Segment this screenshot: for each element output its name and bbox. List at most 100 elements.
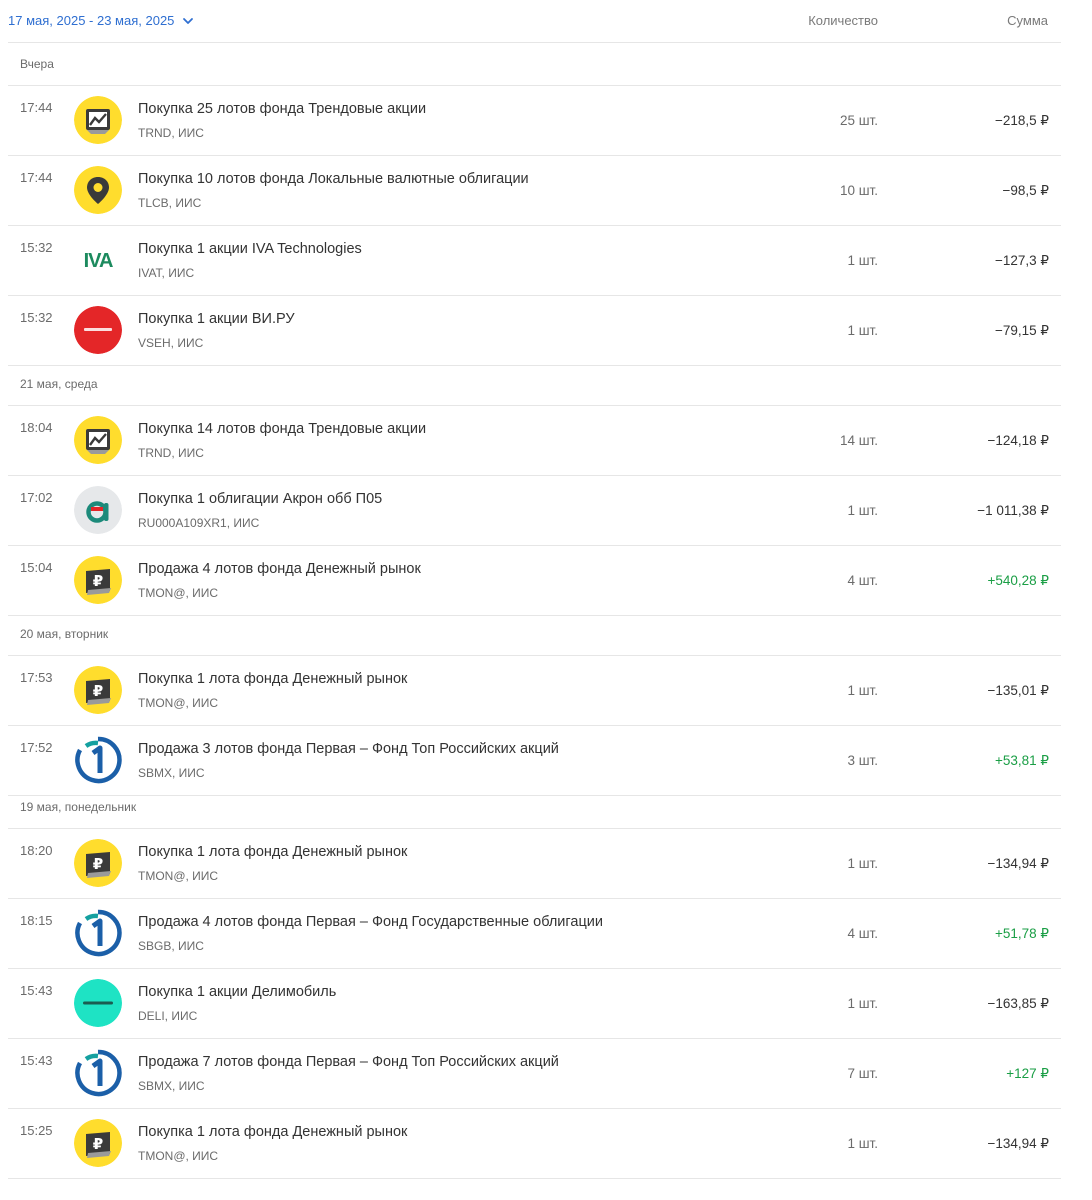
operation-amount: −134,94 ₽ (987, 856, 1049, 871)
operation-row[interactable]: 17:44 Покупка 10 лотов фонда Локальные в… (8, 156, 1061, 226)
operation-title: Покупка 1 лота фонда Денежный рынок (138, 1124, 408, 1140)
operation-title: Покупка 14 лотов фонда Трендовые акции (138, 421, 427, 437)
operation-time: 15:43 (20, 1053, 53, 1068)
operation-row[interactable]: 17:53 ₽ Покупка 1 лота фонда Денежный ры… (8, 656, 1061, 726)
operation-ticker-account: TRND, ИИС (138, 126, 204, 140)
operation-quantity: 7 шт. (847, 1066, 878, 1081)
operation-title: Покупка 1 акции Делимобиль (138, 984, 337, 1000)
operation-title: Продажа 7 лотов фонда Первая – Фонд Топ … (138, 1054, 559, 1070)
operation-ticker-account: RU000A109XR1, ИИС (138, 516, 260, 530)
date-group-label: 21 мая, среда (20, 377, 98, 391)
operation-row[interactable]: 15:32 IVA Покупка 1 акции IVA Technologi… (8, 226, 1061, 296)
svg-text:₽: ₽ (93, 572, 103, 590)
operation-ticker-account: VSEH, ИИС (138, 336, 204, 350)
operation-quantity: 4 шт. (847, 926, 878, 941)
date-group-header: 19 мая, понедельник (8, 786, 1061, 829)
operation-row[interactable]: 15:04 ₽ Продажа 4 лотов фонда Денежный р… (8, 546, 1061, 616)
operation-ticker-account: DELI, ИИС (138, 1009, 198, 1023)
operation-amount: −1 011,38 ₽ (977, 503, 1049, 518)
operation-quantity: 3 шт. (847, 753, 878, 768)
operation-time: 17:44 (20, 170, 53, 185)
operation-title: Покупка 1 лота фонда Денежный рынок (138, 844, 408, 860)
svg-text:₽: ₽ (93, 855, 103, 873)
operation-time: 18:20 (20, 843, 53, 858)
operation-time: 15:32 (20, 240, 53, 255)
trend-fund-icon (74, 96, 122, 144)
trend-fund-icon (74, 416, 122, 464)
date-group-label: 19 мая, понедельник (20, 800, 137, 814)
column-header-sum: Сумма (1007, 13, 1048, 28)
operations-page: 17 мая, 2025 - 23 мая, 2025 Количество С… (0, 0, 1092, 1200)
operation-ticker-account: TLCB, ИИС (138, 196, 202, 210)
operation-row[interactable]: 18:20 ₽ Покупка 1 лота фонда Денежный ры… (8, 829, 1061, 899)
pervaya-logo (74, 736, 122, 784)
operation-title: Покупка 1 облигации Акрон обб П05 (138, 491, 383, 507)
operation-title: Покупка 1 акции IVA Technologies (138, 241, 362, 257)
operation-ticker-account: SBMX, ИИС (138, 766, 205, 780)
date-range-picker[interactable]: 17 мая, 2025 - 23 мая, 2025 (8, 13, 194, 28)
iva-logo: IVA (74, 236, 122, 284)
operation-time: 17:02 (20, 490, 53, 505)
operation-ticker-account: IVAT, ИИС (138, 266, 195, 280)
operation-amount: −127,3 ₽ (994, 253, 1049, 268)
operation-time: 18:04 (20, 420, 53, 435)
operation-amount: −163,85 ₽ (987, 996, 1049, 1011)
akron-logo (74, 486, 122, 534)
operation-time: 15:32 (20, 310, 53, 325)
operation-row[interactable]: 15:43 Продажа 7 лотов фонда Первая – Фон… (8, 1039, 1061, 1109)
operation-ticker-account: TMON@, ИИС (138, 1149, 219, 1163)
operation-time: 18:15 (20, 913, 53, 928)
pervaya-logo (74, 1049, 122, 1097)
operation-ticker-account: SBGB, ИИС (138, 939, 204, 953)
operation-ticker-account: TMON@, ИИС (138, 586, 219, 600)
operation-amount: +127 ₽ (1006, 1066, 1049, 1081)
operation-title: Продажа 4 лотов фонда Денежный рынок (138, 561, 421, 577)
svg-text:₽: ₽ (93, 1135, 103, 1153)
operation-quantity: 1 шт. (847, 503, 878, 518)
date-group-header: 20 мая, вторник (8, 613, 1061, 656)
operation-amount: +540,28 ₽ (987, 573, 1049, 588)
date-group-header: 21 мая, среда (8, 363, 1061, 406)
operation-row[interactable]: 15:25 ₽ Покупка 1 лота фонда Денежный ры… (8, 1109, 1061, 1179)
delimobil-logo (74, 979, 122, 1027)
operation-time: 17:44 (20, 100, 53, 115)
operation-row[interactable]: 18:04 Покупка 14 лотов фонда Трендовые а… (8, 406, 1061, 476)
operation-time: 17:53 (20, 670, 53, 685)
vseinstrumenti-logo (74, 306, 122, 354)
operation-row[interactable]: 15:43 Покупка 1 акции Делимобиль DELI, И… (8, 969, 1061, 1039)
operation-row[interactable]: 17:02 Покупка 1 облигации Акрон обб П05 … (8, 476, 1061, 546)
operation-quantity: 25 шт. (839, 113, 878, 128)
operation-title: Покупка 1 акции ВИ.РУ (138, 311, 295, 327)
operation-amount: −98,5 ₽ (1002, 183, 1050, 198)
operation-amount: −79,15 ₽ (994, 323, 1049, 338)
date-group-header: Вчера (8, 43, 1061, 86)
ruble-wallet-icon: ₽ (74, 1119, 122, 1167)
operation-quantity: 14 шт. (839, 433, 878, 448)
operation-amount: −218,5 ₽ (994, 113, 1049, 128)
operation-quantity: 1 шт. (847, 1136, 878, 1151)
operation-time: 15:25 (20, 1123, 53, 1138)
operation-amount: +51,78 ₽ (994, 926, 1049, 941)
operation-quantity: 1 шт. (847, 683, 878, 698)
operation-time: 15:43 (20, 983, 53, 998)
operation-row[interactable]: 18:15 Продажа 4 лотов фонда Первая – Фон… (8, 899, 1061, 969)
operation-quantity: 1 шт. (847, 323, 878, 338)
operation-amount: −124,18 ₽ (987, 433, 1049, 448)
location-pin-icon (74, 166, 122, 214)
operation-row[interactable]: 17:44 Покупка 25 лотов фонда Трендовые а… (8, 86, 1061, 156)
operation-title: Продажа 3 лотов фонда Первая – Фонд Топ … (138, 741, 559, 757)
operation-time: 17:52 (20, 740, 53, 755)
date-range-label: 17 мая, 2025 - 23 мая, 2025 (8, 13, 175, 28)
operation-ticker-account: TMON@, ИИС (138, 869, 219, 883)
operation-ticker-account: TMON@, ИИС (138, 696, 219, 710)
operation-quantity: 1 шт. (847, 253, 878, 268)
operations-header: 17 мая, 2025 - 23 мая, 2025 Количество С… (8, 0, 1061, 43)
pervaya-logo (74, 909, 122, 957)
chevron-down-icon (183, 17, 194, 24)
operation-amount: −135,01 ₽ (987, 683, 1049, 698)
operation-row[interactable]: 15:32 Покупка 1 акции ВИ.РУ VSEH, ИИС 1 … (8, 296, 1061, 366)
operation-amount: −134,94 ₽ (987, 1136, 1049, 1151)
operation-title: Продажа 4 лотов фонда Первая – Фонд Госу… (138, 914, 603, 930)
operation-time: 15:04 (20, 560, 53, 575)
operation-ticker-account: SBMX, ИИС (138, 1079, 205, 1093)
